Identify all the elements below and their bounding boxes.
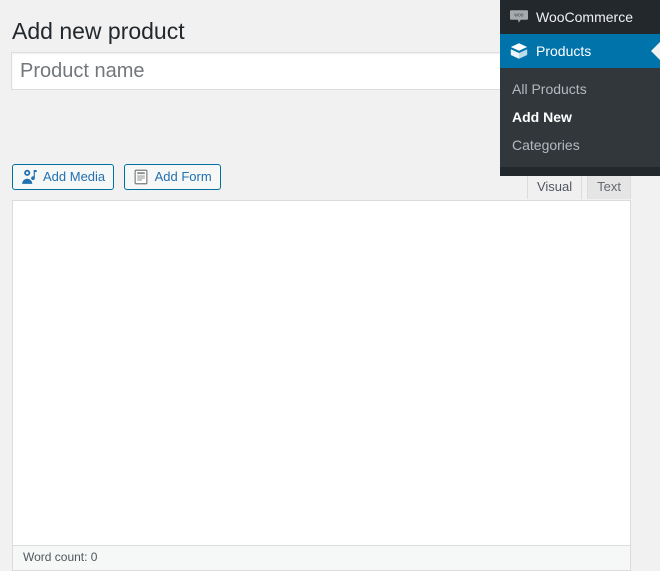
- submenu-item: Add New: [500, 103, 660, 131]
- add-form-button[interactable]: Add Form: [123, 164, 221, 190]
- submenu-item-categories[interactable]: Categories: [500, 131, 660, 159]
- page-title: Add new product: [12, 18, 185, 44]
- products-box-icon: [502, 34, 536, 68]
- form-icon: [132, 168, 150, 186]
- admin-sidebar-menu: woo WooCommerce Products All Products Ad…: [500, 0, 660, 176]
- tab-text[interactable]: Text: [587, 172, 631, 199]
- woocommerce-icon: woo: [502, 0, 536, 34]
- sidebar-item-woocommerce-label: WooCommerce: [536, 9, 633, 25]
- add-media-label: Add Media: [43, 169, 106, 184]
- add-media-button[interactable]: Add Media: [12, 164, 115, 190]
- editor-content-area[interactable]: [13, 201, 630, 545]
- sidebar-item-products-label: Products: [536, 43, 592, 59]
- submenu-item-add-new[interactable]: Add New: [500, 103, 660, 131]
- svg-text:woo: woo: [514, 13, 523, 19]
- submenu-item-all-products[interactable]: All Products: [500, 75, 660, 103]
- submenu-item: All Products: [500, 75, 660, 103]
- media-icon: [20, 168, 38, 186]
- sidebar-item-products[interactable]: Products: [500, 34, 660, 68]
- sidebar-item-woocommerce[interactable]: woo WooCommerce: [500, 0, 660, 34]
- post-editor: Add Media Add Form Visual Text Word coun…: [12, 164, 631, 571]
- editor-mode-tabs: Visual Text: [522, 172, 631, 199]
- editor-frame: Word count: 0: [12, 200, 631, 571]
- editor-statusbar: Word count: 0: [13, 545, 630, 570]
- add-form-label: Add Form: [154, 169, 212, 184]
- products-submenu: All Products Add New Categories: [500, 68, 660, 167]
- tab-visual[interactable]: Visual: [526, 172, 583, 199]
- submenu-item: Categories: [500, 131, 660, 159]
- current-menu-arrow-icon: [651, 42, 660, 60]
